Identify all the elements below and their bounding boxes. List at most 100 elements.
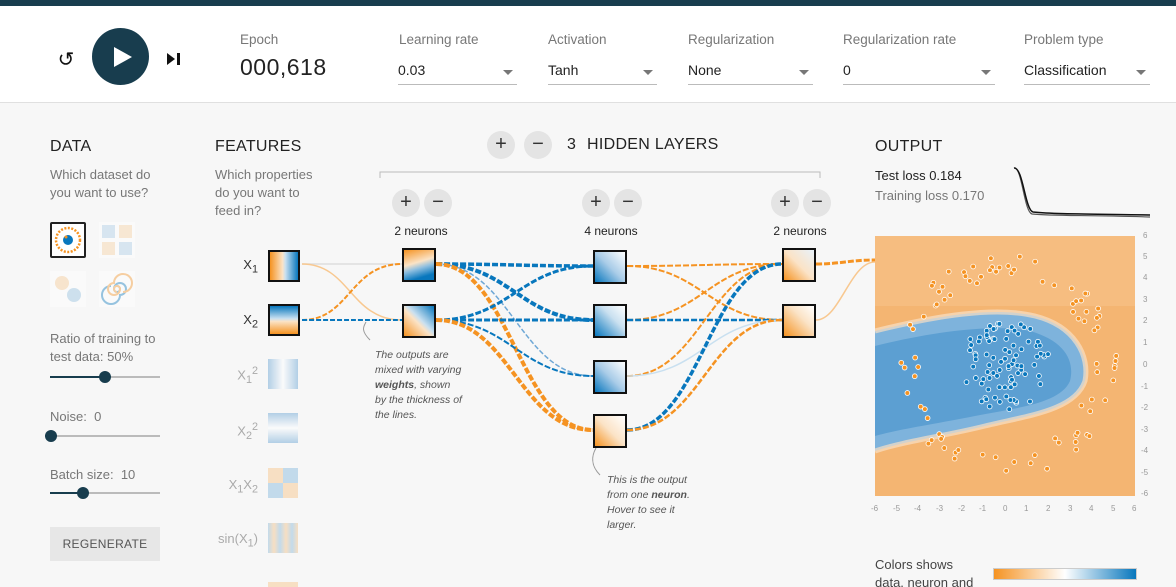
training-loss-value: 0.170 <box>951 188 985 203</box>
output-title: OUTPUT <box>875 138 943 155</box>
data-point-orange <box>1056 439 1062 446</box>
data-point-blue <box>1037 381 1044 387</box>
data-point-orange <box>992 454 999 461</box>
data-point-orange <box>955 447 962 453</box>
neuron-l1-1[interactable] <box>402 248 436 282</box>
data-point-orange <box>1081 318 1088 325</box>
data-point-blue <box>994 373 1000 379</box>
data-point-orange <box>1113 353 1119 359</box>
data-point-blue <box>967 347 973 354</box>
neuron-l1-2[interactable] <box>402 304 436 338</box>
neuron-l2-4[interactable] <box>593 414 627 448</box>
color-legend-bar <box>993 568 1137 580</box>
data-point-blue <box>1031 362 1038 368</box>
data-point-blue <box>996 367 1003 373</box>
y-tick: -2 <box>1141 403 1149 412</box>
data-point-orange <box>966 278 973 284</box>
hidden-layers-label: HIDDEN LAYERS <box>587 136 719 153</box>
data-point-blue <box>1011 327 1018 334</box>
data-point-blue <box>985 386 992 393</box>
neuron-l2-3[interactable] <box>593 360 627 394</box>
layer1-add-neuron-button[interactable]: + <box>392 189 420 217</box>
data-point-orange <box>924 415 931 421</box>
layer3-remove-neuron-button[interactable]: − <box>803 189 831 217</box>
y-tick: 2 <box>1143 316 1148 325</box>
data-point-blue <box>983 396 990 403</box>
data-point-orange <box>974 280 980 287</box>
data-point-orange <box>1032 452 1038 458</box>
data-point-orange <box>1094 315 1100 321</box>
data-point-orange <box>933 301 940 308</box>
data-point-blue <box>972 356 979 363</box>
y-tick: -3 <box>1141 425 1149 434</box>
data-point-orange <box>1075 315 1082 322</box>
data-point-blue <box>978 398 985 405</box>
data-point-orange <box>1110 377 1117 384</box>
data-point-orange <box>915 364 921 370</box>
neuron-l3-2[interactable] <box>782 304 816 338</box>
data-point-blue <box>1002 347 1008 353</box>
y-tick: 5 <box>1143 252 1148 261</box>
remove-layer-button[interactable]: − <box>524 131 552 159</box>
data-point-orange <box>1078 402 1085 409</box>
data-point-orange <box>1074 429 1081 436</box>
data-point-orange <box>1078 297 1084 304</box>
data-point-orange <box>1094 369 1101 375</box>
data-point-orange <box>1093 361 1100 367</box>
data-point-orange <box>1112 358 1119 364</box>
data-point-orange <box>941 296 948 303</box>
data-point-orange <box>1051 282 1058 289</box>
data-point-blue <box>1003 336 1010 342</box>
data-point-orange <box>1039 278 1046 285</box>
add-layer-button[interactable]: + <box>487 131 515 159</box>
x-tick: -6 <box>871 504 879 513</box>
data-point-orange <box>1087 408 1094 415</box>
data-point-blue <box>1013 352 1019 359</box>
data-point-blue <box>1025 338 1032 345</box>
data-point-orange <box>945 268 952 275</box>
x-tick: 2 <box>1046 504 1051 513</box>
layer1-remove-neuron-button[interactable]: − <box>424 189 452 217</box>
data-point-blue <box>1027 326 1034 332</box>
y-tick: -6 <box>1141 489 1149 498</box>
data-point-orange <box>988 255 994 262</box>
neuron-l2-1[interactable] <box>593 250 627 284</box>
data-point-orange <box>938 436 944 442</box>
neuron-l3-1[interactable] <box>782 248 816 282</box>
layer3-add-neuron-button[interactable]: + <box>771 189 799 217</box>
data-point-orange <box>1032 258 1038 265</box>
data-point-blue <box>986 362 993 368</box>
data-point-orange <box>1068 285 1075 292</box>
test-loss: Test loss 0.184 <box>875 168 962 183</box>
data-point-orange <box>947 292 954 299</box>
x-tick: -3 <box>936 504 944 513</box>
data-point-blue <box>983 332 990 338</box>
data-point-blue <box>963 379 970 385</box>
data-point-orange <box>1073 298 1079 304</box>
data-point-blue <box>970 363 977 370</box>
data-point-orange <box>1082 290 1089 297</box>
data-point-blue <box>1010 342 1017 349</box>
x-tick: 6 <box>1132 504 1137 513</box>
layer2-remove-neuron-button[interactable]: − <box>614 189 642 217</box>
data-point-orange <box>922 406 928 412</box>
data-point-orange <box>993 268 999 275</box>
x-tick: -4 <box>914 504 922 513</box>
data-point-blue <box>986 375 993 381</box>
x-tick: -5 <box>893 504 901 513</box>
data-point-orange <box>1089 396 1095 403</box>
data-point-blue <box>1015 370 1021 376</box>
y-tick: 0 <box>1143 360 1148 369</box>
data-point-blue <box>1002 355 1008 362</box>
data-point-orange <box>929 282 935 289</box>
loss-curve <box>1013 167 1151 218</box>
x-tick: 5 <box>1111 504 1116 513</box>
data-point-blue <box>976 338 982 345</box>
data-point-blue <box>1022 371 1028 377</box>
neuron-l2-2[interactable] <box>593 304 627 338</box>
y-tick: 3 <box>1143 295 1148 304</box>
x-tick: -1 <box>979 504 987 513</box>
data-point-blue <box>1011 381 1018 388</box>
data-point-blue <box>1009 376 1015 383</box>
layer2-add-neuron-button[interactable]: + <box>582 189 610 217</box>
